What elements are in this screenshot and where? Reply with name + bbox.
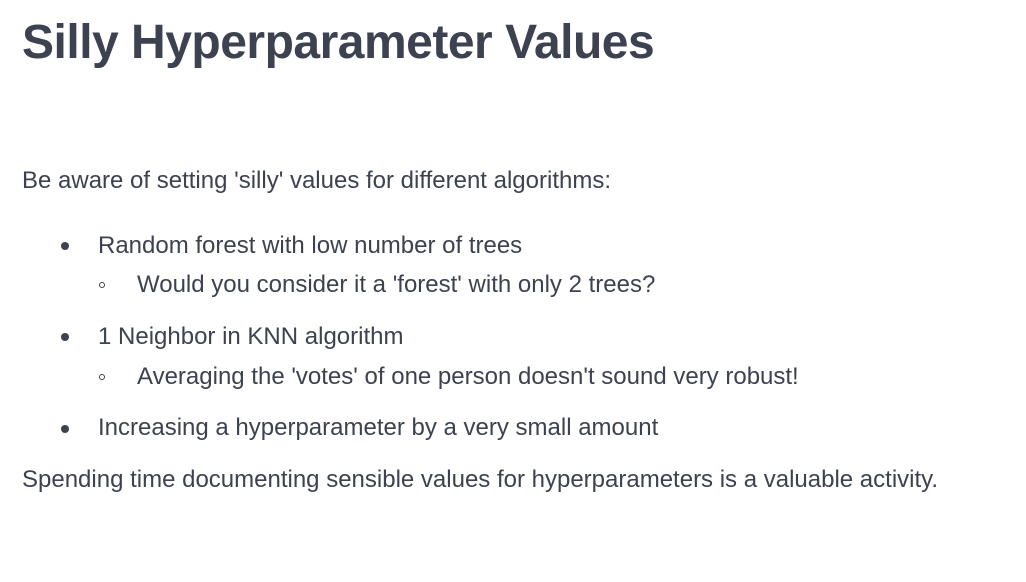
slide: Silly Hyperparameter Values Be aware of … [0,0,1026,582]
bullet-dot-icon [61,242,69,250]
sub-list-item: Would you consider it a 'forest' with on… [137,271,656,298]
closing-text: Spending time documenting sensible value… [22,466,939,493]
list-item: Increasing a hyperparameter by a very sm… [98,414,659,441]
bullet-dot-icon [61,333,69,341]
list-item: Random forest with low number of trees [98,232,523,259]
bullet-dot-icon [61,425,69,433]
slide-title: Silly Hyperparameter Values [22,16,655,69]
bullet-circle-icon [99,374,105,380]
sub-list-item: Averaging the 'votes' of one person does… [137,363,799,390]
list-item: 1 Neighbor in KNN algorithm [98,323,404,350]
intro-text: Be aware of setting 'silly' values for d… [22,167,611,194]
bullet-circle-icon [99,282,105,288]
